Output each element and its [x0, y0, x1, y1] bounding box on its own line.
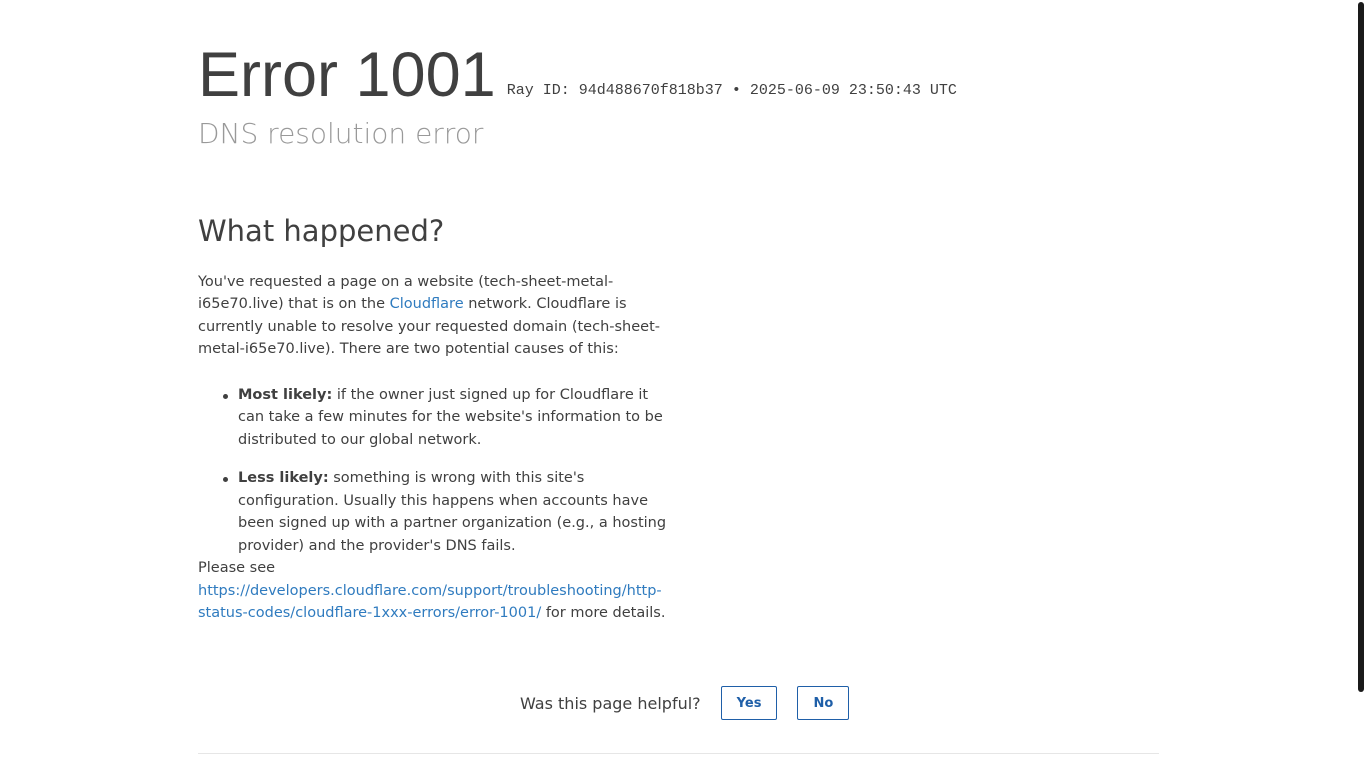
page-title: Error 1001 — [198, 40, 496, 110]
feedback-question: Was this page helpful? — [520, 693, 701, 713]
see-prefix: Please see — [198, 560, 276, 577]
cause-label: Less likely: — [238, 470, 329, 487]
scrollbar-thumb[interactable] — [1358, 2, 1364, 692]
footer-divider — [198, 753, 1159, 754]
ray-info: Ray ID: 94d488670f818b37 • 2025-06-09 23… — [507, 82, 957, 99]
error-subtitle: DNS resolution error — [198, 117, 484, 150]
error-header: Error 1001 Ray ID: 94d488670f818b37 • 20… — [198, 44, 957, 107]
yes-button[interactable]: Yes — [720, 686, 778, 720]
cause-label: Most likely: — [238, 386, 333, 403]
error-timestamp: 2025-06-09 23:50:43 UTC — [749, 82, 957, 99]
section-title: What happened? — [198, 214, 445, 248]
list-item: Most likely: if the owner just signed up… — [223, 384, 676, 452]
bullet-icon — [223, 477, 228, 483]
bullet-icon — [223, 393, 228, 399]
list-item: Less likely: something is wrong with thi… — [223, 467, 676, 557]
ray-id: Ray ID: 94d488670f818b37 — [506, 82, 723, 99]
ray-separator: • — [731, 82, 741, 99]
what-happened-section: What happened? You've requested a page o… — [198, 214, 676, 625]
see-more-paragraph: Please see https://developers.cloudflare.… — [198, 557, 676, 625]
causes-list: Most likely: if the owner just signed up… — [198, 384, 676, 558]
feedback-bar: Was this page helpful? Yes No — [520, 686, 869, 720]
intro-paragraph: You've requested a page on a website (te… — [198, 271, 676, 361]
see-suffix: for more details. — [541, 605, 666, 622]
no-button[interactable]: No — [797, 686, 850, 720]
cloudflare-link[interactable]: Cloudflare — [390, 296, 464, 312]
